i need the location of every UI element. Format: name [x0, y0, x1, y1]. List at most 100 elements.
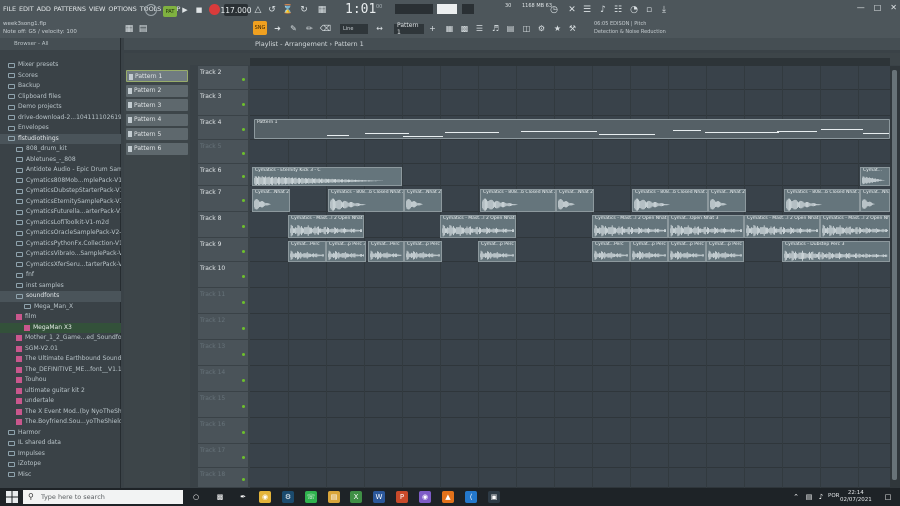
browser-item[interactable]: flstudiothings [0, 133, 121, 144]
browser-item[interactable]: The X Event Mod..(by NyoTheShield) [0, 407, 121, 418]
menu-item-options[interactable]: OPTIONS [108, 5, 136, 13]
taskbar-search[interactable]: ⚲ Type here to search [23, 490, 183, 504]
minimize-icon[interactable]: — [857, 3, 865, 12]
pattern-item[interactable]: Pattern 4 [126, 113, 188, 126]
steam-icon[interactable]: ⚙ [282, 491, 294, 503]
track-mute-led[interactable] [242, 477, 245, 481]
track-lane[interactable] [250, 418, 890, 444]
discord-icon[interactable]: ◉ [419, 491, 431, 503]
playlist-clip[interactable]: Cymatics - Eternity Kick 3 - C [252, 167, 402, 186]
delete-tool-icon[interactable]: ⌫ [320, 22, 331, 34]
project-view-icon[interactable]: ▤ [505, 22, 516, 34]
wait-icon[interactable]: ↺ [266, 4, 278, 16]
playlist-clip[interactable]: Cymatics - Mast...l 2 Open Nhat 3 [440, 215, 516, 238]
track-header[interactable]: Track 7 [198, 186, 248, 212]
track-mute-led[interactable] [242, 404, 245, 408]
pattern-item[interactable]: Pattern 3 [126, 99, 188, 111]
browser-item[interactable]: Mother_1_2_Game...ed_Soundfont (1) [0, 333, 121, 344]
explorer-icon[interactable]: ▤ [328, 491, 340, 503]
browser-item[interactable]: Impulses [0, 449, 121, 460]
playlist-clip[interactable]: Cymat...Perc [592, 241, 630, 262]
track-header[interactable]: Track 17 [198, 444, 248, 468]
track-lane[interactable] [250, 366, 890, 392]
browser-item[interactable]: drive-download-2...104111102619E-001 [0, 113, 121, 124]
track-mute-led[interactable] [242, 224, 245, 228]
piano-roll-icon[interactable]: ♪ [597, 4, 609, 16]
slip-tool-icon[interactable]: ↔ [374, 22, 385, 34]
snap-select[interactable]: Line [340, 24, 368, 34]
plugin-picker-icon[interactable]: ◔ [628, 4, 640, 16]
browser-item[interactable]: undertale [0, 396, 121, 407]
pattern-item[interactable]: Pattern 1 [126, 70, 188, 82]
browser-item[interactable]: Misc [0, 470, 121, 481]
browser-item[interactable]: 808_drum_kit [0, 144, 121, 155]
browser-icon[interactable]: ☷ [612, 4, 624, 16]
track-lane[interactable] [250, 444, 890, 468]
browser-item[interactable]: Clipboard files [0, 92, 121, 103]
browser-item[interactable]: CymaticsLofiToolkit-V1-m2d [0, 218, 121, 229]
browser-item[interactable]: CymaticsEternitySamplePack-V3-jfi [0, 197, 121, 208]
online-icon[interactable]: ◷ [548, 4, 560, 16]
browser-item[interactable]: Demo projects [0, 102, 121, 113]
track-mute-led[interactable] [242, 274, 245, 278]
file-icon[interactable]: ◫ [521, 22, 532, 34]
network-icon[interactable]: ▤ [803, 491, 815, 503]
track-lane[interactable] [250, 140, 890, 164]
language-indicator[interactable]: POR [828, 493, 839, 499]
mixer-view-icon[interactable]: ▩ [459, 22, 470, 34]
powerpoint-icon[interactable]: P [396, 491, 408, 503]
browser-item[interactable]: Backup [0, 81, 121, 92]
browser-item[interactable]: The_DEFINITIVE_ME...font__V1.17_FIXED [0, 365, 121, 376]
browser-item[interactable]: Mega_Man_X [0, 302, 121, 313]
tempo-display[interactable]: 117.000 [221, 4, 252, 16]
pencil-tool-icon[interactable]: ✎ [288, 22, 299, 34]
app-window-icon[interactable]: ▣ [488, 491, 500, 503]
song-mode-button[interactable]: SNG [253, 21, 267, 35]
arrow-tool-icon[interactable]: ➜ [272, 22, 283, 34]
maximize-icon[interactable]: □ [874, 3, 882, 12]
browser-item[interactable]: Scores [0, 71, 121, 82]
track-mute-led[interactable] [242, 102, 245, 106]
playlist-icon[interactable]: ▦ [444, 22, 455, 34]
browser-item[interactable]: Antidote Audio - Epic Drum Samples [0, 165, 121, 176]
track-header[interactable]: Track 8 [198, 212, 248, 238]
fl-studio-icon[interactable]: ▲ [442, 491, 454, 503]
playlist-clip[interactable]: Cymatics - 808...b Closed Nhat 2 [480, 189, 556, 212]
browser-item[interactable]: film [0, 312, 121, 323]
track-lane[interactable] [250, 468, 890, 488]
browser-item[interactable]: Abletunes_-_808 [0, 155, 121, 166]
channel-rack-icon[interactable]: ☰ [581, 4, 593, 16]
browser-item[interactable]: inst samples [0, 281, 121, 292]
track-mute-led[interactable] [242, 300, 245, 304]
browser-item[interactable]: Mixer presets [0, 60, 121, 71]
track-header[interactable]: Track 13 [198, 340, 248, 366]
track-header[interactable]: Track 9 [198, 238, 248, 262]
pattern-item[interactable]: Pattern 2 [126, 84, 188, 97]
menu-item-view[interactable]: VIEW [89, 5, 106, 13]
playlist-clip[interactable]: Cymat...p Perc 4 [668, 241, 706, 262]
track-mute-led[interactable] [242, 430, 245, 434]
playlist-clip[interactable]: Cymat...Nhat 2 [556, 189, 594, 212]
piano-keys-icon[interactable]: ▦ [123, 23, 135, 35]
track-mute-led[interactable] [242, 326, 245, 330]
song-time-display[interactable]: 1:01 [345, 2, 376, 17]
volume-icon[interactable]: ♪ [815, 491, 827, 503]
step-sequencer-icon[interactable]: ▤ [137, 23, 149, 35]
playlist-clip[interactable]: Cymat...Nhat 2 [404, 189, 442, 212]
track-lane[interactable] [250, 288, 890, 314]
browser-item[interactable]: fnf [0, 270, 121, 281]
browser-item[interactable]: Harmor [0, 428, 121, 439]
menu-item-file[interactable]: FILE [3, 5, 16, 13]
track-lane[interactable] [250, 90, 890, 116]
browser-item[interactable]: CymaticsVibraIo...SamplePack-V1-h8i [0, 249, 121, 260]
playlist-clip[interactable]: Cymatics - Mast...l 2 Open Nhat 3 [288, 215, 364, 238]
vertical-scroll-thumb[interactable] [892, 70, 897, 480]
menu-item-patterns[interactable]: PATTERNS [54, 5, 86, 13]
pattern-selector[interactable]: Pattern 1 [394, 22, 424, 36]
pattern-clip[interactable]: Pattern 1 [254, 119, 890, 139]
playlist-clip[interactable]: Cymatics - Mast...l 2 Open Nhat 3 [820, 215, 890, 238]
track-lane[interactable] [250, 314, 890, 340]
playlist-clip[interactable]: Cymat...p Perc 3 [326, 241, 366, 262]
cortana-icon[interactable]: ○ [190, 491, 202, 503]
track-mute-led[interactable] [242, 455, 245, 459]
